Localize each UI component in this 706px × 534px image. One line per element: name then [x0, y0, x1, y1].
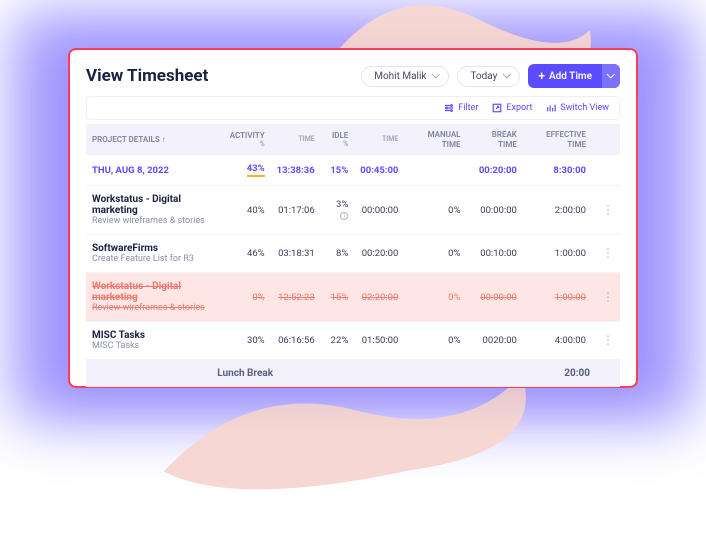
- filter-icon: [444, 103, 454, 113]
- chevron-down-icon: [432, 72, 440, 80]
- cell-idle-pct: 3%i: [321, 186, 355, 235]
- table-row: SoftwareFirmsCreate Feature List for R34…: [86, 235, 620, 273]
- cell-effective: 1:00:00: [523, 273, 592, 322]
- page-title: View Timesheet: [86, 66, 353, 86]
- info-icon[interactable]: i: [340, 212, 348, 220]
- cell-effective: 2:00:00: [523, 186, 592, 235]
- summary-effective: 8:30:00: [523, 155, 592, 186]
- kebab-icon: ⋮: [598, 246, 614, 260]
- filter-button[interactable]: Filter: [444, 103, 478, 113]
- cell-activity-time: 01:17:06: [271, 186, 321, 235]
- project-name: Workstatus - Digital marketing: [92, 194, 218, 216]
- cell-activity-time: 06:16:56: [271, 322, 321, 360]
- cell-manual: 0%: [404, 186, 466, 235]
- timesheet-card: View Timesheet Mohit Malik Today + Add T…: [68, 48, 638, 388]
- summary-idle-time: 00:45:00: [354, 155, 404, 186]
- cell-effective: 4:00:00: [523, 322, 592, 360]
- chart-icon: [546, 103, 556, 113]
- user-select-value: Mohit Malik: [374, 71, 426, 82]
- summary-activity-pct: 43%: [224, 155, 271, 186]
- col-manual[interactable]: MANUAL TIME: [404, 124, 466, 155]
- task-name: MISC Tasks: [92, 341, 218, 351]
- cell-idle-time: 00:00:00: [354, 186, 404, 235]
- table-row: Workstatus - Digital marketingReview wir…: [86, 273, 620, 322]
- cell-idle-pct: 15%: [321, 273, 355, 322]
- cell-break: 0020:00: [466, 322, 522, 360]
- summary-manual: [404, 155, 466, 186]
- timesheet-table: PROJECT DETAILS↑ ACTIVITY% TIME IDLE% TI…: [86, 124, 620, 387]
- col-idle-time[interactable]: TIME: [354, 124, 404, 155]
- filter-label: Filter: [458, 103, 478, 113]
- col-effective[interactable]: EFFECTIVE TIME: [523, 124, 592, 155]
- toolbar: Filter Export Switch View: [86, 96, 620, 120]
- chevron-down-icon: [607, 72, 615, 80]
- cell-idle-time: 02:20:00: [354, 273, 404, 322]
- switch-view-label: Switch View: [560, 103, 609, 113]
- row-menu[interactable]: ⋮: [592, 322, 620, 360]
- cell-activity-time: 12:52:23: [271, 273, 321, 322]
- cell-activity-pct: 40%: [224, 186, 271, 235]
- row-menu[interactable]: ⋮: [592, 186, 620, 235]
- cell-project: Workstatus - Digital marketingReview wir…: [86, 186, 224, 235]
- row-menu[interactable]: ⋮: [592, 235, 620, 273]
- add-time-dropdown[interactable]: [602, 64, 620, 88]
- user-select[interactable]: Mohit Malik: [361, 66, 449, 87]
- cell-manual: 0%: [404, 322, 466, 360]
- cell-break: 00:00:00: [466, 186, 522, 235]
- kebab-icon: ⋮: [598, 203, 614, 217]
- col-project[interactable]: PROJECT DETAILS↑: [86, 124, 224, 155]
- task-name: Review wireframes & stories: [92, 303, 218, 313]
- cell-idle-pct: 22%: [321, 322, 355, 360]
- cell-idle-pct: 8%: [321, 235, 355, 273]
- cell-idle-time: 00:20:00: [354, 235, 404, 273]
- header: View Timesheet Mohit Malik Today + Add T…: [86, 64, 620, 88]
- task-name: Review wireframes & stories: [92, 216, 218, 226]
- cell-activity-pct: 0%: [224, 273, 271, 322]
- sort-asc-icon: ↑: [162, 135, 166, 144]
- cell-manual: 0%: [404, 235, 466, 273]
- export-label: Export: [506, 103, 532, 113]
- chevron-down-icon: [503, 72, 511, 80]
- footer-row: Lunch Break 20:00: [86, 360, 620, 388]
- cell-project: SoftwareFirmsCreate Feature List for R3: [86, 235, 224, 273]
- col-break[interactable]: BREAK TIME: [466, 124, 522, 155]
- switch-view-button[interactable]: Switch View: [546, 103, 609, 113]
- cell-manual: 0%: [404, 273, 466, 322]
- export-icon: [492, 103, 502, 113]
- cell-activity-pct: 30%: [224, 322, 271, 360]
- summary-activity-time: 13:38:36: [271, 155, 321, 186]
- summary-row: THU, AUG 8, 2022 43% 13:38:36 15% 00:45:…: [86, 155, 620, 186]
- export-button[interactable]: Export: [492, 103, 532, 113]
- cell-break: 00:10:00: [466, 235, 522, 273]
- cell-activity-time: 03:18:31: [271, 235, 321, 273]
- cell-effective: 1:00:00: [523, 235, 592, 273]
- footer-label: Lunch Break: [86, 360, 404, 388]
- summary-idle-pct: 15%: [321, 155, 355, 186]
- col-activity-pct[interactable]: ACTIVITY%: [224, 124, 271, 155]
- plus-icon: +: [538, 70, 545, 82]
- project-name: Workstatus - Digital marketing: [92, 281, 218, 303]
- cell-project: MISC TasksMISC Tasks: [86, 322, 224, 360]
- kebab-icon: ⋮: [598, 333, 614, 347]
- period-select[interactable]: Today: [457, 66, 520, 87]
- table-row: Workstatus - Digital marketingReview wir…: [86, 186, 620, 235]
- task-name: Create Feature List for R3: [92, 254, 218, 264]
- cell-break: 00:00:00: [466, 273, 522, 322]
- project-name: SoftwareFirms: [92, 243, 218, 254]
- add-time-label: Add Time: [549, 71, 592, 82]
- table-row: MISC TasksMISC Tasks30%06:16:5622%01:50:…: [86, 322, 620, 360]
- col-idle-pct[interactable]: IDLE%: [321, 124, 355, 155]
- summary-date: THU, AUG 8, 2022: [86, 155, 224, 186]
- cell-project: Workstatus - Digital marketingReview wir…: [86, 273, 224, 322]
- row-menu[interactable]: ⋮: [592, 273, 620, 322]
- footer-value: 20:00: [404, 360, 620, 388]
- kebab-icon: ⋮: [598, 290, 614, 304]
- col-activity-time[interactable]: TIME: [271, 124, 321, 155]
- summary-break: 00:20:00: [466, 155, 522, 186]
- project-name: MISC Tasks: [92, 330, 218, 341]
- cell-idle-time: 01:50:00: [354, 322, 404, 360]
- period-select-value: Today: [470, 71, 497, 82]
- add-time-button[interactable]: + Add Time: [528, 64, 620, 88]
- cell-activity-pct: 46%: [224, 235, 271, 273]
